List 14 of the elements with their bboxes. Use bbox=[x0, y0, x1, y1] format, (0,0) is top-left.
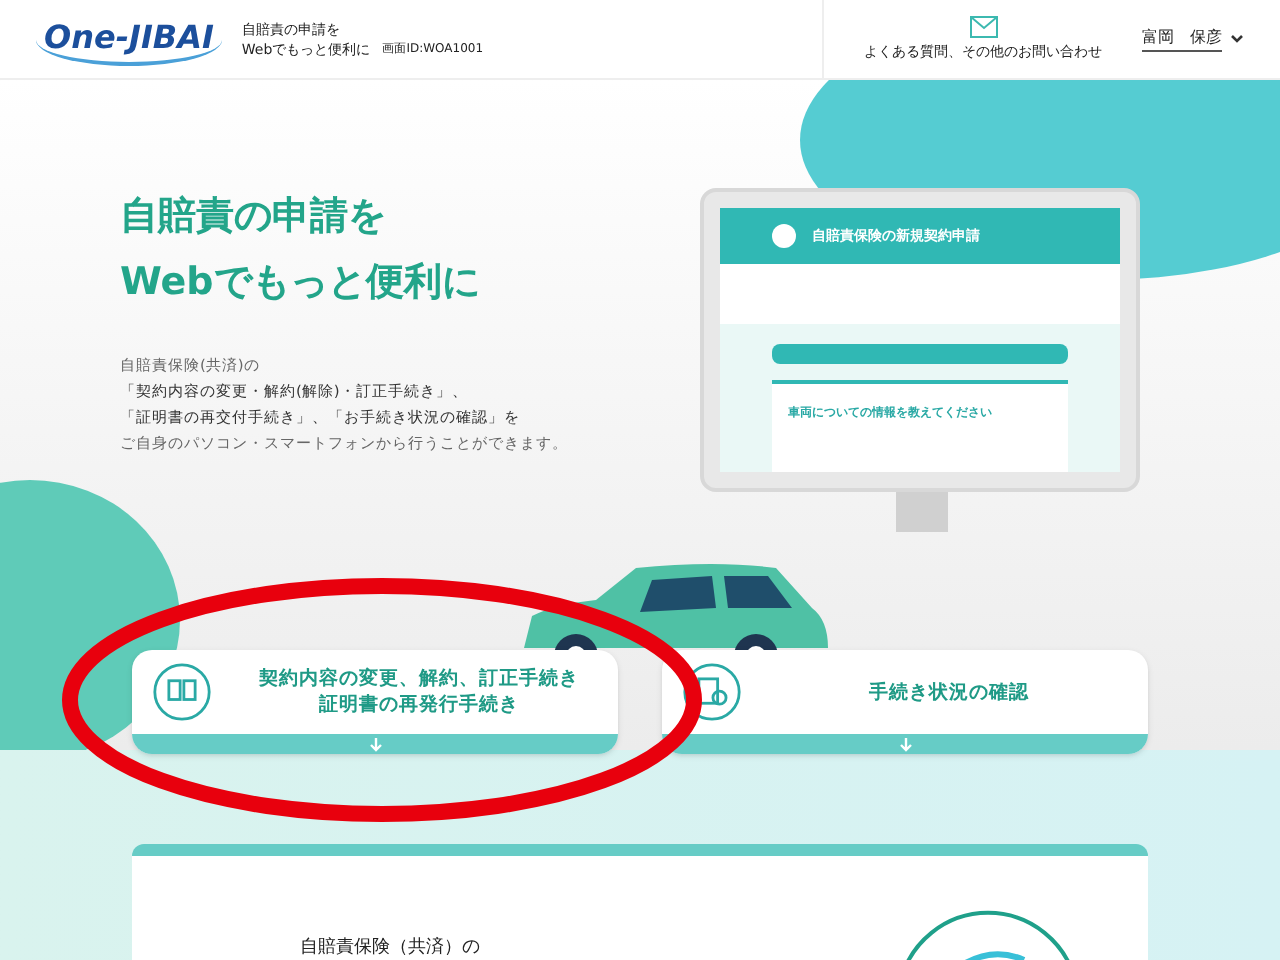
document-search-icon bbox=[682, 662, 742, 722]
card-label: 契約内容の変更、解約、訂正手続き bbox=[259, 666, 579, 692]
mail-icon bbox=[969, 15, 997, 38]
arrow-down-icon bbox=[369, 737, 381, 751]
hero-title: Webでもっと便利に bbox=[120, 258, 482, 308]
arrow-down-icon bbox=[899, 737, 911, 751]
documents-icon bbox=[152, 662, 212, 722]
user-menu[interactable]: 富岡 保彦 bbox=[1142, 26, 1244, 52]
chevron-down-icon bbox=[1230, 34, 1244, 44]
card-label: 証明書の再発行手続き bbox=[319, 692, 519, 718]
logo[interactable]: One-JIBAI bbox=[36, 13, 222, 65]
hero-title: 自賠責の申請を bbox=[120, 192, 388, 242]
info-text: 自賠責保険（共済）の bbox=[300, 936, 480, 960]
card-label: 手続き状況の確認 bbox=[869, 679, 1029, 705]
